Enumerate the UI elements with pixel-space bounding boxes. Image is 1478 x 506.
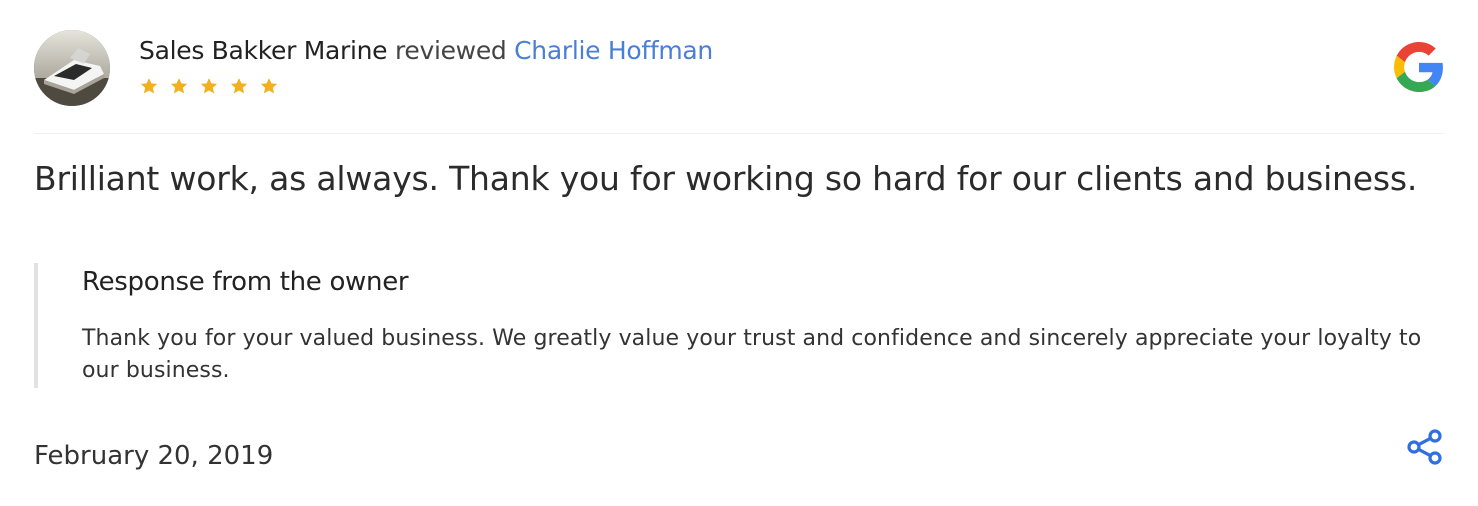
reviewer-avatar[interactable] xyxy=(34,30,110,106)
review-header: Sales Bakker Marine reviewed Charlie Hof… xyxy=(34,0,1444,134)
reviewer-line: Sales Bakker Marine reviewed Charlie Hof… xyxy=(139,36,713,66)
owner-response-text: Thank you for your valued business. We g… xyxy=(82,326,1422,383)
reviewed-target-link[interactable]: Charlie Hoffman xyxy=(514,36,713,65)
review-date: February 20, 2019 xyxy=(34,441,274,471)
review-card: Sales Bakker Marine reviewed Charlie Hof… xyxy=(0,0,1478,506)
owner-response: Response from the owner Thank you for yo… xyxy=(34,263,1434,388)
star-icon xyxy=(170,78,188,94)
review-text: Brilliant work, as always. Thank you for… xyxy=(34,159,1418,198)
star-icon xyxy=(140,78,158,94)
owner-response-title: Response from the owner xyxy=(82,267,409,297)
star-icon xyxy=(260,78,278,94)
star-icon xyxy=(230,78,248,94)
boat-avatar-image xyxy=(34,30,110,106)
star-rating xyxy=(139,76,279,96)
share-icon[interactable] xyxy=(1406,428,1444,466)
star-icon xyxy=(200,78,218,94)
reviewed-word: reviewed xyxy=(394,36,507,65)
google-icon xyxy=(1394,42,1443,92)
reviewer-name[interactable]: Sales Bakker Marine xyxy=(139,36,388,65)
